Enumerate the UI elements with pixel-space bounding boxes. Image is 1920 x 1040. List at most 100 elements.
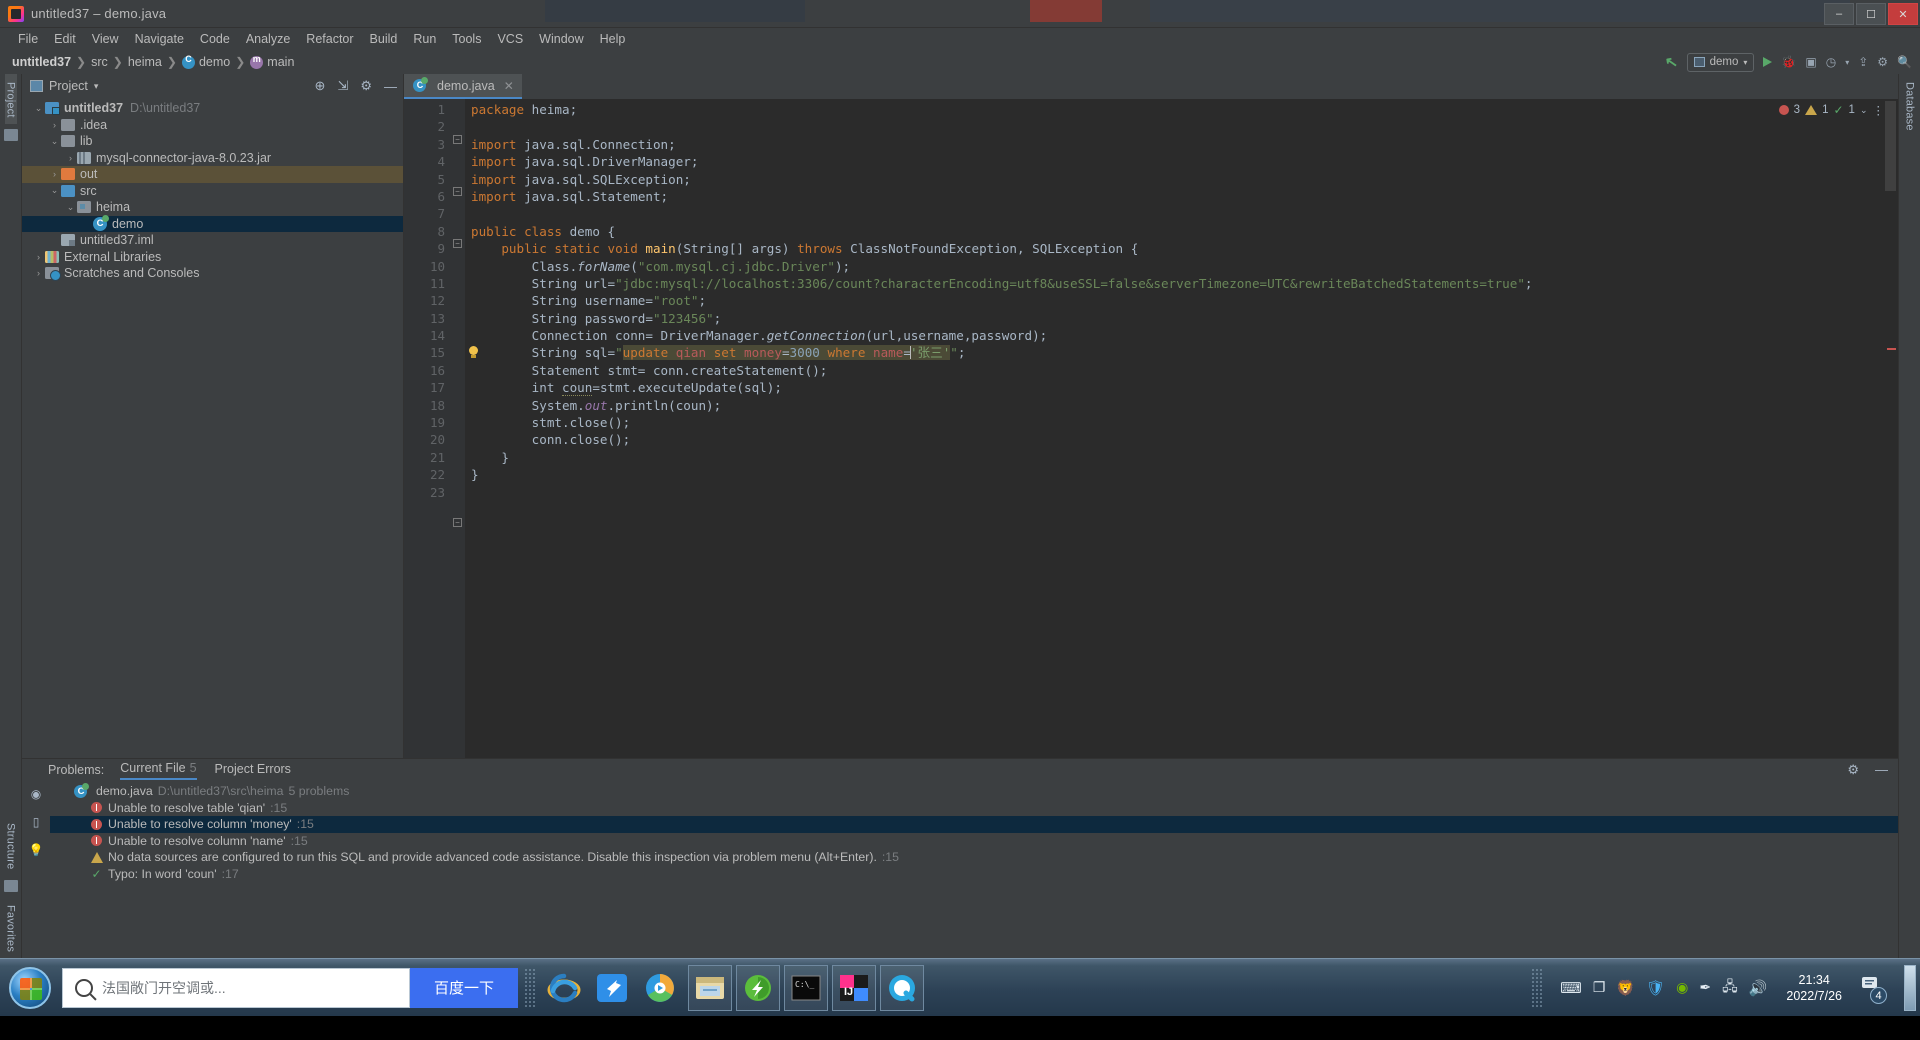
network-icon[interactable]: 🖧 [1722, 976, 1738, 1000]
toolbar-grip[interactable] [524, 967, 536, 1008]
code-line[interactable]: Class.forName("com.mysql.cj.jdbc.Driver"… [465, 258, 1885, 275]
nvidia-icon[interactable]: ◉ [1676, 979, 1688, 996]
line-number[interactable]: 16 [404, 362, 451, 379]
fold-marker-icon[interactable]: − [453, 239, 462, 248]
inspection-status-widget[interactable]: 3 1 ✓ 1 ⌄ ⋮ [1778, 103, 1884, 117]
layout-icon[interactable]: ▯ [33, 815, 40, 829]
code-line[interactable]: Connection conn= DriverManager.getConnec… [465, 327, 1885, 344]
minimize-button[interactable]: – [1824, 3, 1854, 25]
line-number[interactable]: 22 [404, 466, 451, 483]
breadcrumb-package[interactable]: heima [128, 55, 162, 69]
tab-project-errors[interactable]: Project Errors [215, 762, 291, 779]
problem-row[interactable]: Unable to resolve column 'money':15 [50, 816, 1898, 833]
problems-file-row[interactable]: demo.java D:\untitled37\src\heima 5 proble… [50, 782, 1898, 800]
code-line[interactable]: import java.sql.Connection; [465, 136, 1885, 153]
code-text-area[interactable]: package heima; import java.sql.Connectio… [465, 99, 1885, 758]
breadcrumb-class[interactable]: demo [181, 54, 230, 69]
tree-node-demo[interactable]: demo [22, 214, 403, 232]
line-number[interactable]: 7 [404, 205, 451, 222]
baidu-search-button[interactable]: 百度一下 [410, 967, 518, 1008]
code-line[interactable]: String url="jdbc:mysql://localhost:3306/… [465, 275, 1885, 292]
code-line[interactable]: conn.close(); [465, 431, 1885, 448]
fold-marker-icon[interactable]: − [453, 187, 462, 196]
eye-icon[interactable]: ◉ [31, 787, 41, 801]
breadcrumb-project[interactable]: untitled37 [12, 55, 71, 69]
menu-edit[interactable]: Edit [46, 30, 84, 48]
code-line[interactable]: Statement stmt= conn.createStatement(); [465, 362, 1885, 379]
line-number[interactable]: 11 [404, 275, 451, 292]
breadcrumb-method[interactable]: main [250, 54, 294, 69]
target-icon[interactable]: ⊕ [315, 78, 326, 94]
menu-build[interactable]: Build [362, 30, 406, 48]
line-number[interactable]: 8 [404, 223, 462, 240]
expand-arrow-icon[interactable]: ⌄ [64, 202, 77, 213]
chevron-down-icon[interactable]: ⌄ [1860, 105, 1868, 116]
line-number[interactable]: 21 [404, 449, 451, 466]
project-folder-icon[interactable] [3, 128, 18, 141]
problem-row[interactable]: ✓ Typo: In word 'coun':17 [50, 866, 1898, 883]
close-button[interactable]: ✕ [1888, 3, 1918, 25]
line-number[interactable]: 6 [404, 188, 451, 205]
collapse-arrow-icon[interactable]: › [64, 153, 77, 163]
tool-window-structure[interactable]: Structure [5, 815, 17, 875]
chevron-down-icon[interactable]: ▾ [94, 81, 99, 92]
menu-tools[interactable]: Tools [444, 30, 489, 48]
profiler-icon[interactable]: ◷ [1826, 55, 1836, 69]
cmd-console-icon[interactable]: C:\_ [784, 964, 828, 1011]
line-number[interactable]: 2 [404, 118, 451, 135]
settings-gear-icon[interactable]: ⚙ [1847, 762, 1859, 778]
code-line[interactable]: } [465, 466, 1885, 483]
line-number[interactable]: 13 [404, 310, 451, 327]
line-number[interactable]: 14 [404, 327, 451, 344]
code-line[interactable]: System.out.println(coun); [465, 397, 1885, 414]
menu-analyze[interactable]: Analyze [238, 30, 298, 48]
antivirus-icon[interactable]: 🦁 [1616, 979, 1635, 997]
tree-node-mysql-connector-java-8-0-23-jar[interactable]: › mysql-connector-java-8.0.23.jar [22, 150, 403, 167]
code-folding-strip[interactable]: − − − − [451, 99, 465, 758]
minimize-icon[interactable]: — [384, 79, 397, 94]
maximize-button[interactable]: ☐ [1856, 3, 1886, 25]
code-line[interactable]: stmt.close(); [465, 414, 1885, 431]
collapse-arrow-icon[interactable]: › [32, 252, 45, 262]
tree-node-src[interactable]: ⌄ src [22, 183, 403, 200]
code-line[interactable]: public class demo { [465, 223, 1885, 240]
run-configuration-selector[interactable]: demo ▾ [1686, 52, 1755, 72]
menu-view[interactable]: View [84, 30, 127, 48]
menu-window[interactable]: Window [531, 30, 591, 48]
run-icon[interactable] [1763, 57, 1773, 67]
show-desktop-button[interactable] [1904, 964, 1916, 1011]
search-icon[interactable]: 🔍 [1897, 55, 1912, 69]
menu-vcs[interactable]: VCS [489, 30, 531, 48]
code-line[interactable]: String password="123456"; [465, 310, 1885, 327]
code-line[interactable]: String sql="update qian set money=3000 w… [465, 344, 1885, 361]
tool-window-favorites[interactable]: Favorites [5, 897, 17, 958]
fold-marker-icon[interactable]: − [453, 135, 462, 144]
code-line[interactable] [465, 484, 1885, 501]
debug-icon[interactable]: 🐞 [1781, 55, 1796, 69]
line-number[interactable]: 23 [404, 484, 451, 501]
fold-marker-icon[interactable]: − [453, 518, 462, 527]
line-number-gutter[interactable]: 1 2 3 4 5 6 7 8 9 10 11 12 13 14 15 16 17 18 19 20 21 22 23 [404, 99, 478, 758]
code-line[interactable]: import java.sql.Statement; [465, 188, 1885, 205]
line-number[interactable]: 20 [404, 431, 451, 448]
copy-icon[interactable]: ❐ [1593, 979, 1606, 996]
volume-icon[interactable]: 🔊 [1749, 979, 1768, 997]
code-line[interactable]: import java.sql.DriverManager; [465, 153, 1885, 170]
line-number[interactable]: 9 [404, 240, 462, 257]
media-player-icon[interactable] [638, 965, 682, 1011]
structure-icon[interactable] [3, 879, 18, 892]
scrollbar-thumb[interactable] [1885, 101, 1896, 191]
tool-window-database[interactable]: Database [1904, 74, 1916, 137]
notification-center-icon[interactable]: 4 [1861, 975, 1887, 1004]
tree-node-external-libraries[interactable]: › External Libraries [22, 249, 403, 266]
line-number[interactable]: 18 [404, 397, 451, 414]
problem-row[interactable]: Unable to resolve table 'qian':15 [50, 800, 1898, 817]
code-line[interactable]: import java.sql.SQLException; [465, 171, 1885, 188]
code-line[interactable]: int coun=stmt.executeUpdate(sql); [465, 379, 1885, 397]
line-number[interactable]: 1 [404, 101, 451, 118]
problem-row[interactable]: Unable to resolve column 'name':15 [50, 833, 1898, 850]
build-icon[interactable]: ↖ [1664, 52, 1679, 72]
tree-node-out[interactable]: › out [22, 166, 403, 183]
menu-code[interactable]: Code [192, 30, 238, 48]
line-number[interactable]: 12 [404, 292, 451, 309]
